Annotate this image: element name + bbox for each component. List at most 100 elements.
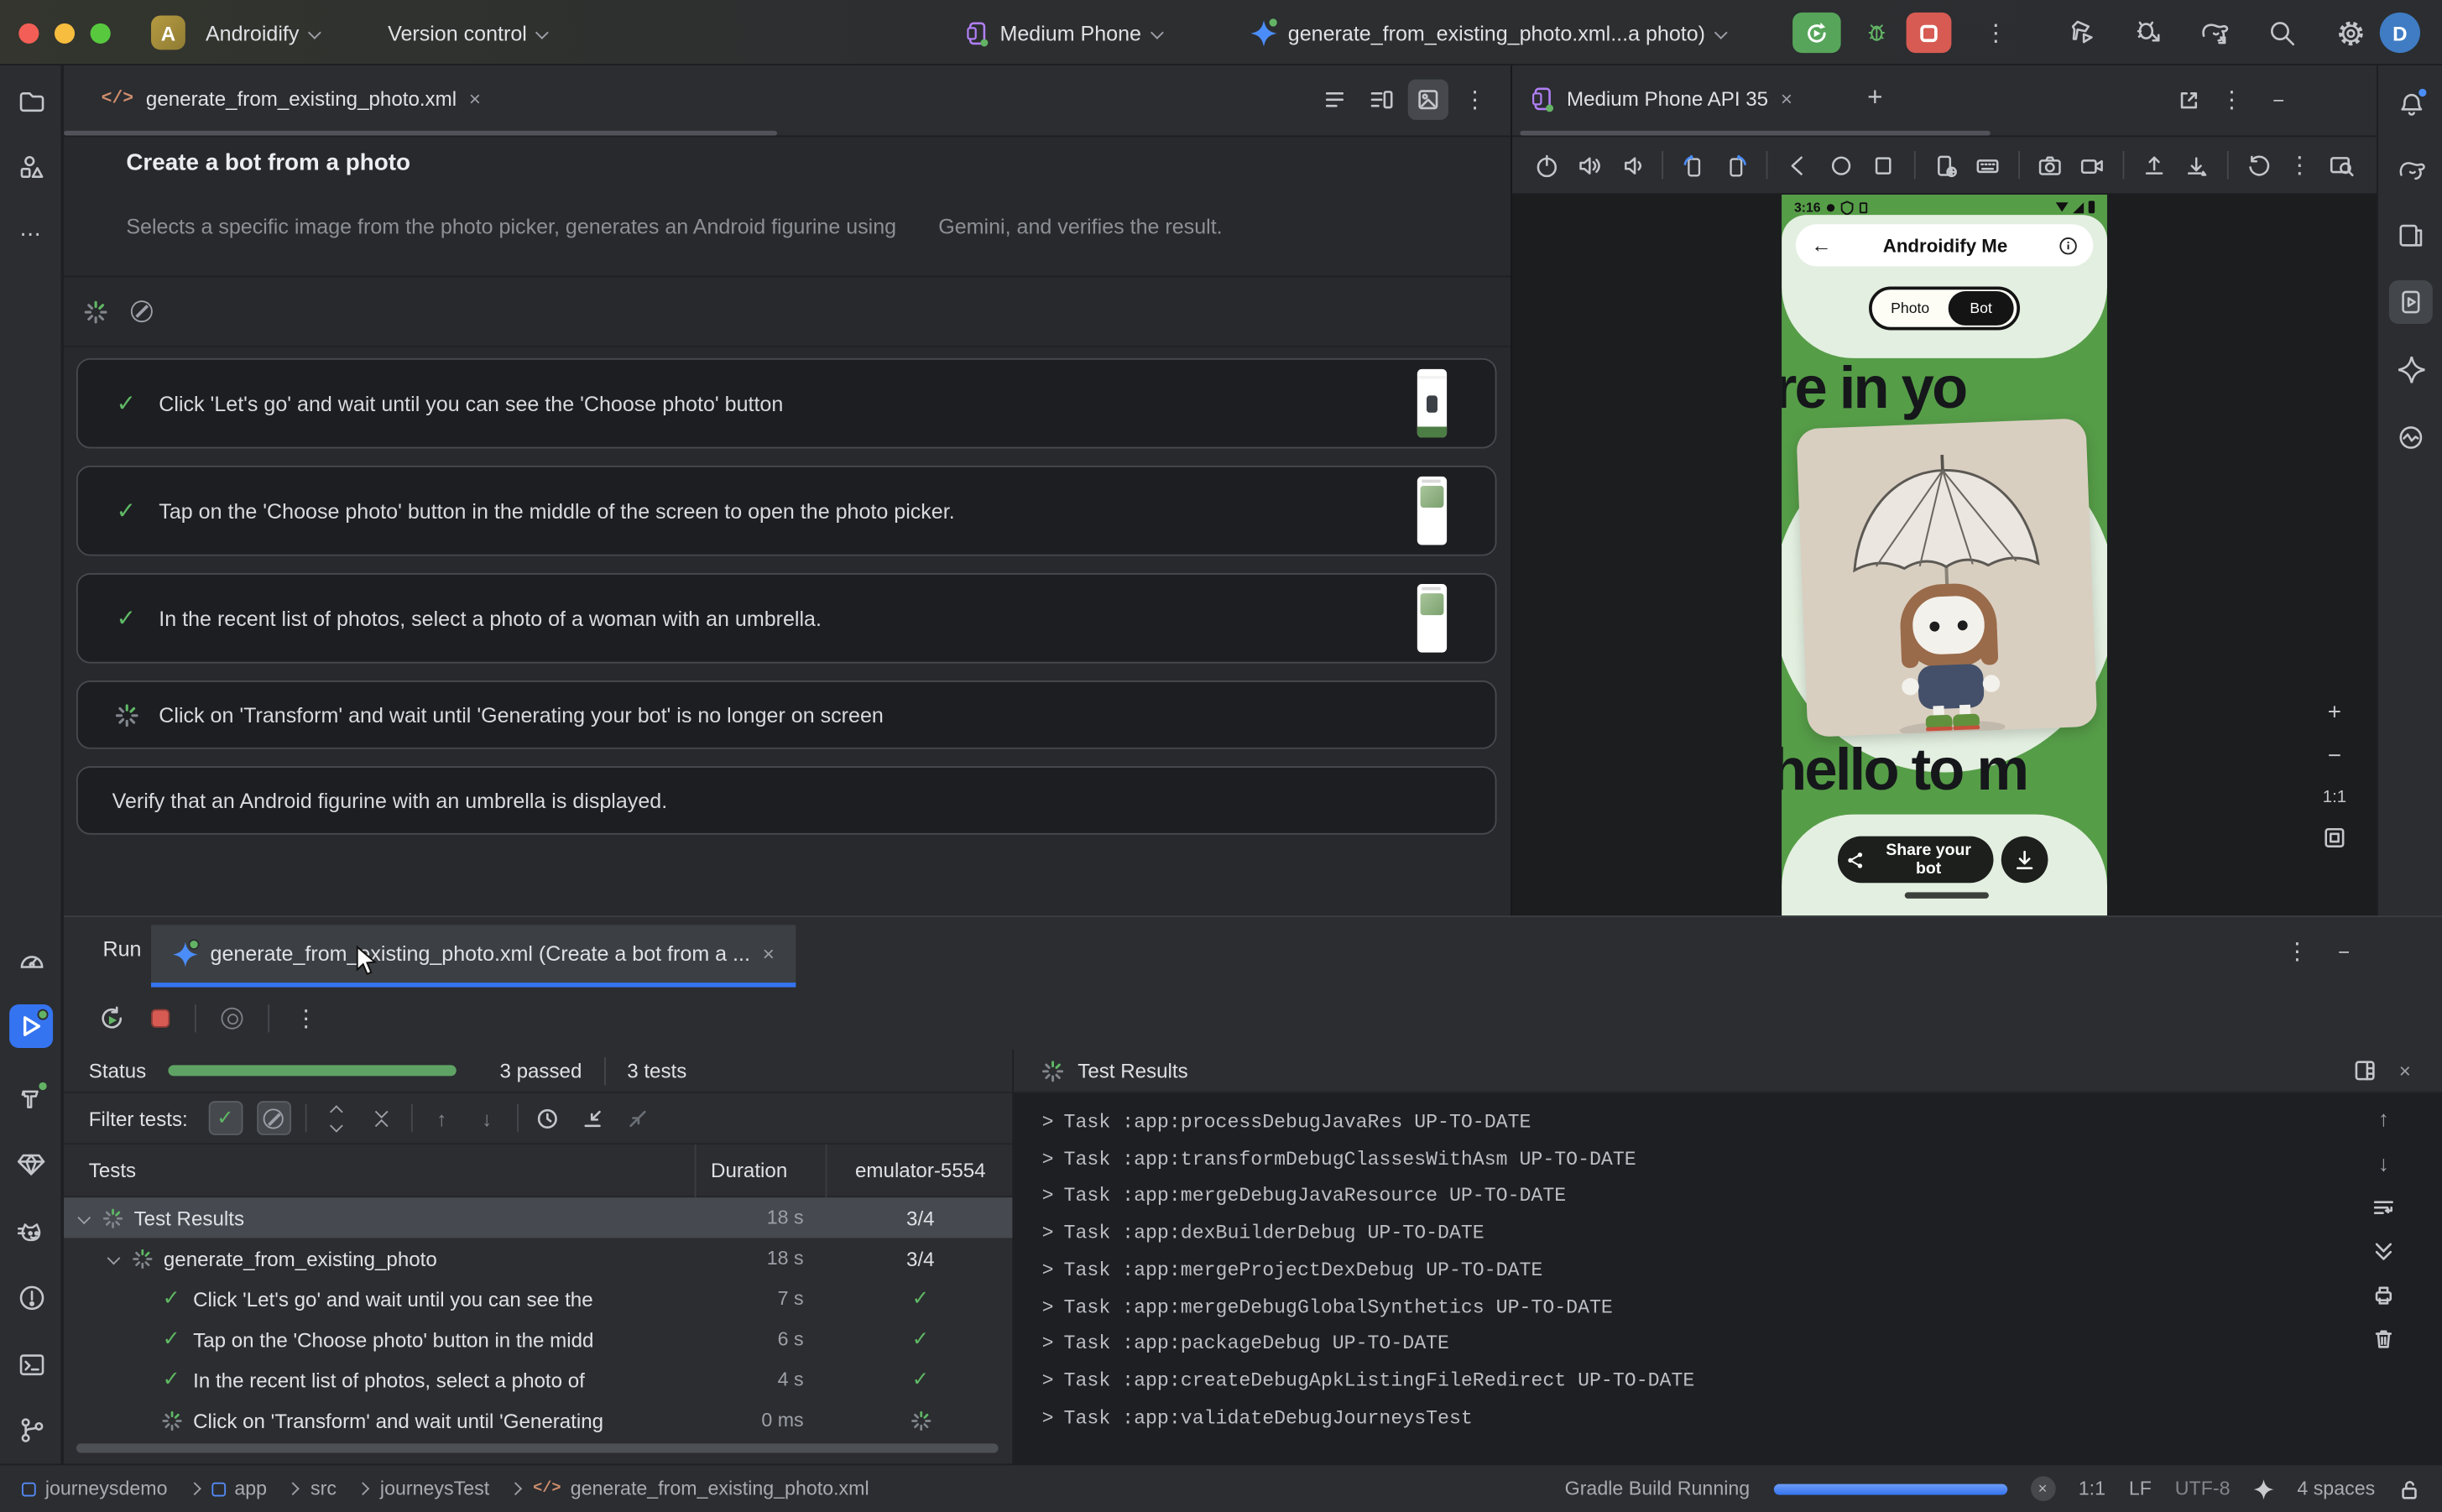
show-ignored-toggle[interactable] [256, 1101, 290, 1135]
unlocked-padlock-icon[interactable] [2398, 1477, 2420, 1500]
next-failed-button[interactable]: ↓ [472, 1103, 503, 1134]
previous-failed-button[interactable]: ↑ [426, 1103, 457, 1134]
journey-step-card[interactable]: ✓ Verify that an Android figurine with a… [76, 766, 1497, 835]
step-screenshot-thumbnail[interactable] [1417, 477, 1447, 545]
close-icon[interactable]: × [763, 942, 775, 966]
indent-indicator[interactable]: 4 spaces [2297, 1478, 2375, 1499]
breadcrumb-item[interactable]: </> generate_from_existing_photo.xml [533, 1478, 869, 1499]
screen-record-icon[interactable] [2079, 152, 2105, 179]
run-configuration-selector[interactable]: generate_from_existing_photo.xml...a pho… [1241, 0, 1735, 65]
open-in-window-button[interactable] [2168, 80, 2208, 120]
duration-column-header[interactable]: Duration [679, 1159, 819, 1182]
design-view-button[interactable] [1408, 80, 1448, 120]
console-output[interactable]: >Task :app:processDebugJavaRes UP-TO-DAT… [1014, 1093, 2325, 1466]
user-avatar[interactable]: D [2380, 13, 2420, 53]
breadcrumb-item[interactable]: </> journeysdemo [22, 1478, 211, 1499]
chevron-down-icon[interactable] [107, 1252, 121, 1265]
profiler-tool-button[interactable] [9, 939, 53, 983]
split-view-button[interactable] [1361, 80, 1401, 120]
android-back-icon[interactable] [1785, 152, 1811, 179]
test-tree-row[interactable]: ✓ In the recent list of photos, select a… [64, 1359, 1012, 1400]
app-inspection-tool-button[interactable] [9, 1143, 53, 1186]
scroll-down-button[interactable]: ↓ [2378, 1150, 2389, 1176]
import-test-results-button[interactable] [577, 1103, 608, 1134]
minimize-window-button[interactable] [55, 23, 75, 44]
attach-debugger-button[interactable] [2124, 0, 2173, 65]
screenshot-camera-icon[interactable] [2037, 152, 2063, 179]
show-passed-toggle[interactable]: ✓ [208, 1101, 243, 1135]
volume-down-icon[interactable] [1620, 152, 1646, 179]
device-settings-icon[interactable] [1933, 152, 1959, 179]
notifications-button[interactable] [2389, 82, 2433, 126]
running-devices-tool-button[interactable] [2389, 280, 2433, 324]
terminal-tool-button[interactable] [9, 1343, 53, 1386]
journey-step-card[interactable]: ✓ Click on 'Transform' and wait until 'G… [76, 680, 1497, 749]
scroll-to-end-button[interactable] [2372, 1239, 2395, 1263]
breadcrumb-item[interactable]: </> app [211, 1478, 310, 1499]
screen-search-icon[interactable] [2329, 152, 2356, 179]
gradle-tool-button[interactable] [2389, 148, 2433, 191]
run-tab[interactable]: generate_from_existing_photo.xml (Create… [151, 925, 796, 987]
zoom-out-button[interactable]: − [2328, 744, 2341, 768]
snapshot-restore-icon[interactable] [2245, 152, 2271, 179]
volume-up-icon[interactable] [1577, 152, 1603, 179]
step-screenshot-thumbnail[interactable] [1417, 584, 1447, 653]
photo-bot-toggle[interactable]: Photo Bot [1869, 286, 2020, 330]
app-quality-insights-tool-button[interactable] [2389, 416, 2433, 460]
device-selector[interactable]: Medium Phone [957, 0, 1171, 65]
soft-wrap-button[interactable] [2372, 1196, 2395, 1219]
android-home-icon[interactable] [1828, 152, 1854, 179]
rerun-test-button[interactable] [98, 1004, 126, 1032]
test-tree-row[interactable]: ✓ generate_from_existing_photo 18 s 3/4✓ [64, 1238, 1012, 1278]
cancel-build-button[interactable]: × [2030, 1476, 2055, 1501]
console-layout-icon[interactable] [2354, 1059, 2377, 1082]
step-screenshot-thumbnail[interactable] [1417, 369, 1447, 438]
journey-step-card[interactable]: ✓ Click 'Let's go' and wait until you ca… [76, 358, 1497, 449]
zoom-window-button[interactable] [91, 23, 111, 44]
ai-sparkle-icon[interactable] [2253, 1478, 2273, 1499]
gradle-build-status[interactable]: Gradle Build Running [1565, 1478, 1751, 1499]
rotate-right-icon[interactable] [1724, 152, 1750, 179]
more-run-actions-button[interactable]: ⋮ [1975, 0, 2017, 65]
hide-run-panel-button[interactable]: − [2324, 931, 2364, 972]
upload-icon[interactable] [2141, 152, 2167, 179]
chevron-down-icon[interactable] [77, 1211, 91, 1224]
expand-all-button[interactable] [321, 1103, 352, 1134]
close-icon[interactable]: × [469, 87, 481, 111]
code-view-button[interactable] [1314, 80, 1354, 120]
journey-step-card[interactable]: ✓ Tap on the 'Choose photo' button in th… [76, 466, 1497, 556]
collapse-all-button[interactable] [365, 1103, 396, 1134]
rotate-left-icon[interactable] [1681, 152, 1707, 179]
breadcrumb-item[interactable]: </> journeysTest [380, 1478, 533, 1499]
breadcrumb-item[interactable]: </> src [310, 1478, 380, 1499]
test-tree-row[interactable]: ✓ Test Results 18 s 3/4✓ [64, 1197, 1012, 1238]
settings-button[interactable] [2327, 0, 2376, 65]
resource-manager-tool-button[interactable] [9, 145, 53, 189]
test-more-options-button[interactable]: ⋮ [295, 1007, 318, 1030]
close-icon[interactable]: × [1781, 87, 1792, 111]
test-tree-row[interactable]: ✓ Click 'Let's go' and wait until you ca… [64, 1279, 1012, 1319]
line-ending-indicator[interactable]: LF [2129, 1478, 2152, 1499]
back-arrow-icon[interactable]: ← [1811, 233, 1831, 257]
new-device-tab-button[interactable]: + [1867, 82, 1882, 113]
run-panel-options-button[interactable]: ⋮ [2277, 931, 2317, 972]
share-your-bot-button[interactable]: Share your bot [1838, 837, 1994, 884]
clear-console-button[interactable] [2372, 1327, 2395, 1350]
gradle-sync-button[interactable] [2189, 0, 2242, 65]
device-panel-options-button[interactable]: ⋮ [2211, 80, 2252, 120]
build-run-button[interactable] [2058, 0, 2108, 65]
run-tool-button[interactable] [9, 1004, 53, 1048]
watch-options-button[interactable] [222, 1008, 243, 1030]
android-overview-icon[interactable] [1871, 152, 1897, 179]
gemini-tool-button[interactable] [2389, 347, 2433, 391]
vcs-menu[interactable]: Version control [378, 0, 556, 65]
device-manager-tool-button[interactable] [2389, 213, 2433, 257]
emulator-screen[interactable]: 3:16 ← Androidify Me Photo Bot re in [1782, 195, 2107, 915]
close-window-button[interactable] [18, 23, 39, 44]
virtual-input-icon[interactable] [1975, 152, 2001, 179]
tab-scrollbar[interactable] [64, 131, 777, 136]
logcat-tool-button[interactable] [9, 1208, 53, 1252]
stop-button[interactable] [1907, 13, 1952, 53]
info-icon[interactable] [2058, 236, 2077, 254]
version-control-tool-button[interactable] [9, 1408, 53, 1452]
